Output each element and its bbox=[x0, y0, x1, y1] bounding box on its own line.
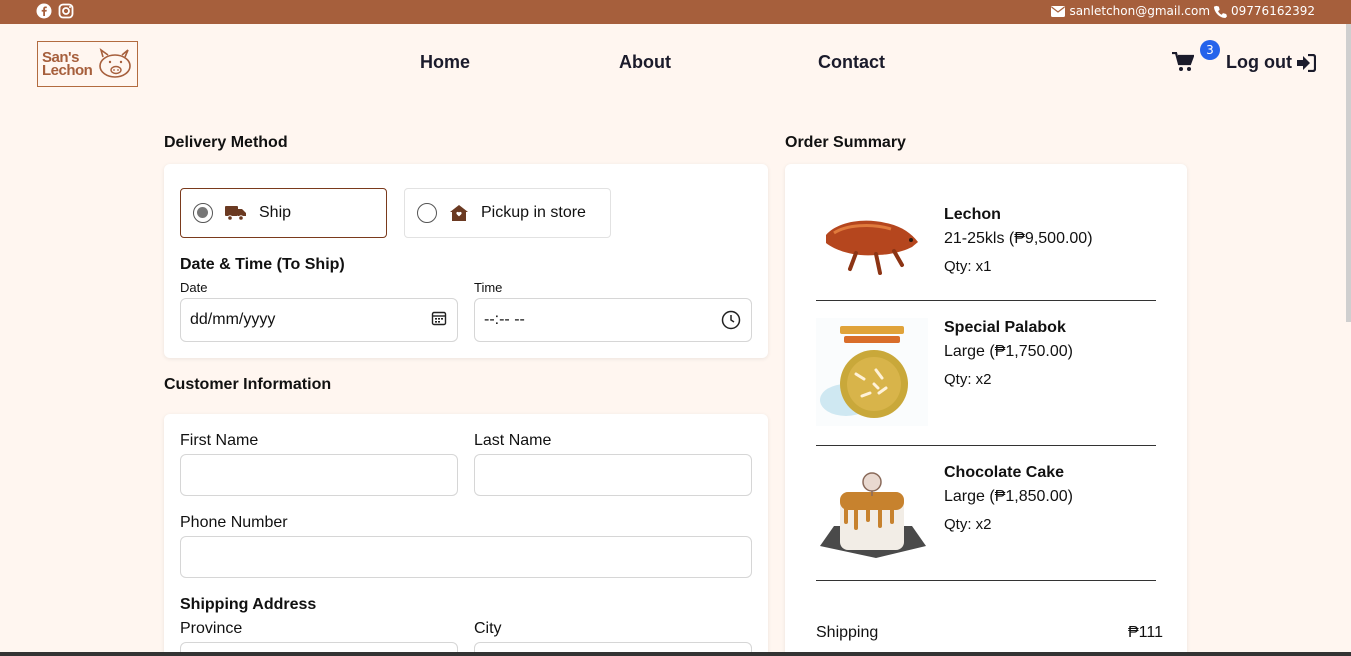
item-qty: Qty: x1 bbox=[944, 258, 992, 275]
item-name: Special Palabok bbox=[944, 319, 1066, 336]
item-variant: Large (₱1,850.00) bbox=[944, 488, 1073, 505]
lechon-image bbox=[826, 220, 918, 275]
logo[interactable]: San's Lechon bbox=[37, 41, 138, 87]
time-placeholder: --:-- -- bbox=[484, 311, 525, 328]
palabok-image bbox=[816, 318, 928, 426]
shipping-value: ₱111 bbox=[1128, 624, 1163, 641]
phone-number-label: Phone Number bbox=[180, 514, 288, 531]
customer-card bbox=[164, 414, 768, 656]
window-bottom-edge bbox=[0, 652, 1351, 656]
top-bar: sanletchon@gmail.com 09776162392 bbox=[0, 0, 1351, 24]
social-links bbox=[36, 3, 74, 19]
ship-radio[interactable] bbox=[193, 203, 213, 223]
sign-out-icon bbox=[1296, 53, 1316, 72]
contact-email[interactable]: sanletchon@gmail.com bbox=[1069, 4, 1210, 18]
logout-button[interactable]: Log out bbox=[1226, 52, 1316, 73]
store-icon bbox=[450, 205, 468, 221]
item-divider bbox=[816, 445, 1156, 446]
last-name-input[interactable] bbox=[474, 454, 752, 496]
logo-line2: Lechon bbox=[42, 62, 93, 79]
envelope-icon bbox=[1051, 5, 1066, 17]
clock-icon[interactable] bbox=[721, 310, 741, 330]
nav-about[interactable]: About bbox=[619, 52, 671, 73]
last-name-label: Last Name bbox=[474, 432, 552, 449]
datetime-title: Date & Time (To Ship) bbox=[180, 256, 345, 273]
item-divider bbox=[816, 580, 1156, 581]
delivery-method-title: Delivery Method bbox=[164, 134, 288, 151]
instagram-icon[interactable] bbox=[58, 3, 74, 19]
contact-phone[interactable]: 09776162392 bbox=[1231, 4, 1315, 18]
logout-label: Log out bbox=[1226, 52, 1292, 72]
facebook-icon[interactable] bbox=[36, 3, 52, 19]
calendar-icon[interactable] bbox=[431, 310, 447, 326]
scrollbar[interactable] bbox=[1346, 24, 1351, 322]
option-pickup[interactable]: Pickup in store bbox=[404, 188, 611, 238]
time-label: Time bbox=[474, 280, 503, 295]
date-placeholder: dd/mm/yyyy bbox=[190, 311, 276, 328]
shipping-label: Shipping bbox=[816, 624, 879, 641]
first-name-input[interactable] bbox=[180, 454, 458, 496]
province-label: Province bbox=[180, 620, 243, 637]
item-name: Lechon bbox=[944, 206, 1001, 223]
item-divider bbox=[816, 300, 1156, 301]
item-variant: Large (₱1,750.00) bbox=[944, 343, 1073, 360]
item-variant: 21-25kls (₱9,500.00) bbox=[944, 230, 1093, 247]
ship-label: Ship bbox=[259, 204, 292, 221]
date-input[interactable]: dd/mm/yyyy bbox=[180, 298, 458, 342]
contact-info: sanletchon@gmail.com 09776162392 bbox=[1051, 4, 1315, 18]
item-name: Chocolate Cake bbox=[944, 464, 1065, 481]
cart-count-badge: 3 bbox=[1200, 40, 1220, 60]
option-ship[interactable]: Ship bbox=[180, 188, 387, 238]
pickup-radio[interactable] bbox=[417, 203, 437, 223]
first-name-label: First Name bbox=[180, 432, 259, 449]
chocolate-cake-image bbox=[820, 472, 926, 558]
city-label: City bbox=[474, 620, 502, 637]
pickup-label: Pickup in store bbox=[481, 204, 586, 221]
time-input[interactable]: --:-- -- bbox=[474, 298, 752, 342]
item-qty: Qty: x2 bbox=[944, 371, 992, 388]
date-label: Date bbox=[180, 280, 208, 295]
truck-icon bbox=[225, 206, 246, 221]
cart-icon[interactable] bbox=[1172, 52, 1194, 72]
shipping-address-title: Shipping Address bbox=[180, 596, 317, 613]
nav-home[interactable]: Home bbox=[420, 52, 470, 73]
phone-icon bbox=[1214, 5, 1228, 18]
navbar: San's Lechon Home About Contact 3 Log out bbox=[0, 24, 1351, 104]
order-summary-title: Order Summary bbox=[785, 134, 906, 151]
item-qty: Qty: x2 bbox=[944, 516, 992, 533]
pig-icon bbox=[99, 48, 132, 78]
nav-contact[interactable]: Contact bbox=[818, 52, 885, 73]
phone-number-input[interactable] bbox=[180, 536, 752, 578]
customer-info-title: Customer Information bbox=[164, 376, 332, 393]
